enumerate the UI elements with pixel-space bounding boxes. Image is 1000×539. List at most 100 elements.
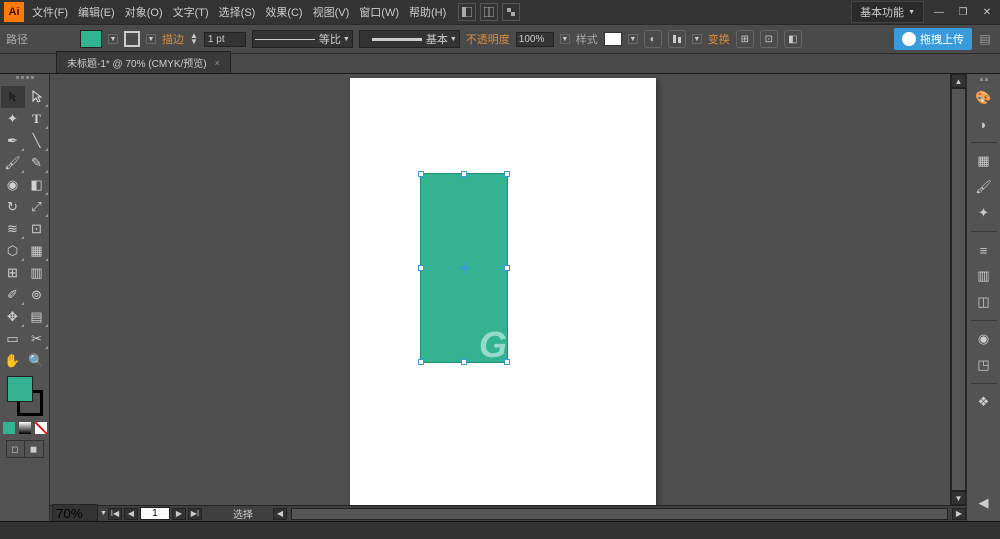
- slice-tool[interactable]: ✂: [25, 328, 49, 350]
- style-swatch[interactable]: [604, 32, 622, 46]
- isolate-icon[interactable]: ◧: [784, 30, 802, 48]
- resize-handle[interactable]: [418, 359, 424, 365]
- rotate-tool[interactable]: ↻: [1, 196, 25, 218]
- color-mode-solid[interactable]: [3, 422, 15, 434]
- minimize-button[interactable]: —: [930, 5, 948, 19]
- v-scroll-track[interactable]: [951, 88, 966, 491]
- transform-icon2[interactable]: ⊡: [760, 30, 778, 48]
- first-page-button[interactable]: I◀: [108, 508, 122, 520]
- close-tab-icon[interactable]: ×: [215, 58, 220, 68]
- color-mode-gradient[interactable]: [19, 422, 31, 434]
- menu-edit[interactable]: 编辑(E): [78, 4, 115, 20]
- scroll-right-button[interactable]: ▶: [952, 508, 966, 520]
- resize-handle[interactable]: [504, 265, 510, 271]
- zoom-dropdown-icon[interactable]: ▼: [100, 510, 107, 517]
- prev-page-button[interactable]: ◀: [124, 508, 138, 520]
- menu-type[interactable]: 文字(T): [173, 4, 209, 20]
- selection-tool[interactable]: [1, 86, 25, 108]
- resize-handle[interactable]: [504, 171, 510, 177]
- line-tool[interactable]: ╲: [25, 130, 49, 152]
- close-button[interactable]: ✕: [978, 5, 996, 19]
- transform-icon1[interactable]: ⊞: [736, 30, 754, 48]
- draw-mode-normal[interactable]: ◻: [7, 441, 25, 457]
- opacity-label[interactable]: 不透明度: [466, 31, 510, 47]
- align-dropdown-icon[interactable]: ▼: [692, 34, 702, 44]
- align-icon[interactable]: [668, 30, 686, 48]
- zoom-tool[interactable]: 🔍: [25, 350, 49, 372]
- hand-tool[interactable]: ✋: [1, 350, 25, 372]
- panel-grip[interactable]: [3, 76, 47, 84]
- menu-object[interactable]: 对象(O): [125, 4, 163, 20]
- scale-tool[interactable]: ⤢: [25, 196, 49, 218]
- symbols-panel-icon[interactable]: ✦: [971, 201, 997, 225]
- pencil-tool[interactable]: ✎: [25, 152, 49, 174]
- fill-dropdown-icon[interactable]: ▼: [108, 34, 118, 44]
- color-mode-none[interactable]: [35, 422, 47, 434]
- fill-swatch[interactable]: [80, 30, 102, 48]
- shape-builder-tool[interactable]: ⬡: [1, 240, 25, 262]
- color-panel-icon[interactable]: 🎨: [971, 86, 997, 110]
- collapse-dock-icon[interactable]: ◀: [971, 491, 997, 515]
- brush-profile-combo[interactable]: 基本▼: [359, 30, 460, 48]
- width-tool[interactable]: ≋: [1, 218, 25, 240]
- dock-grip[interactable]: [970, 78, 998, 84]
- artboard-tool[interactable]: ▭: [1, 328, 25, 350]
- transform-label[interactable]: 变换: [708, 31, 730, 47]
- gradient-panel-icon[interactable]: ▥: [971, 264, 997, 288]
- canvas[interactable]: G X I system ▼ I◀ ◀ 1 ▶ ▶I 选择: [50, 74, 966, 521]
- brush-tool[interactable]: 🖌: [1, 152, 25, 174]
- gradient-tool[interactable]: ▥: [25, 262, 49, 284]
- fill-stroke-control[interactable]: [5, 376, 45, 416]
- scroll-left-button[interactable]: ◀: [273, 508, 287, 520]
- layers-panel-icon[interactable]: ❖: [971, 390, 997, 414]
- stroke-panel-icon[interactable]: ≡: [971, 238, 997, 262]
- eraser-tool[interactable]: ◧: [25, 174, 49, 196]
- color-guide-icon[interactable]: ◗: [971, 112, 997, 136]
- document-tab[interactable]: 未标题-1* @ 70% (CMYK/预览) ×: [56, 51, 231, 73]
- menu-window[interactable]: 窗口(W): [359, 4, 399, 20]
- scroll-up-button[interactable]: ▲: [951, 74, 966, 88]
- next-page-button[interactable]: ▶: [172, 508, 186, 520]
- swatches-panel-icon[interactable]: ▦: [971, 149, 997, 173]
- appearance-panel-icon[interactable]: ◉: [971, 327, 997, 351]
- opacity-dropdown-icon[interactable]: ▼: [560, 34, 570, 44]
- menu-select[interactable]: 选择(S): [219, 4, 256, 20]
- stroke-weight-input[interactable]: [204, 32, 246, 47]
- zoom-input[interactable]: [52, 504, 98, 521]
- artboard[interactable]: G X I system: [350, 78, 656, 508]
- stroke-weight-stepper[interactable]: ▲▼: [190, 33, 198, 45]
- type-tool[interactable]: T: [25, 108, 49, 130]
- h-scroll-track[interactable]: [291, 508, 948, 520]
- opacity-input[interactable]: [516, 32, 554, 47]
- arrange-icon[interactable]: [502, 3, 520, 21]
- symbol-spray-tool[interactable]: ✥: [1, 306, 25, 328]
- layout-icon[interactable]: [458, 3, 476, 21]
- v-scroll-thumb[interactable]: [952, 89, 965, 490]
- blob-brush-tool[interactable]: ◉: [1, 174, 25, 196]
- menu-view[interactable]: 视图(V): [313, 4, 350, 20]
- h-scroll-thumb[interactable]: [292, 509, 947, 519]
- stroke-dropdown-icon[interactable]: ▼: [146, 34, 156, 44]
- resize-handle[interactable]: [461, 359, 467, 365]
- direct-selection-tool[interactable]: [25, 86, 49, 108]
- eyedropper-tool[interactable]: ✐: [1, 284, 25, 306]
- fill-color-icon[interactable]: [7, 376, 33, 402]
- workspace-switcher[interactable]: 基本功能 ▼: [851, 1, 924, 23]
- perspective-tool[interactable]: ▦: [25, 240, 49, 262]
- magic-wand-tool[interactable]: ✦: [1, 108, 25, 130]
- draw-mode-behind[interactable]: ◼: [25, 441, 43, 457]
- style-dropdown-icon[interactable]: ▼: [628, 34, 638, 44]
- resize-handle[interactable]: [504, 359, 510, 365]
- graph-tool[interactable]: ▤: [25, 306, 49, 328]
- menu-effect[interactable]: 效果(C): [265, 4, 302, 20]
- recolor-icon[interactable]: ◐: [644, 30, 662, 48]
- upload-button[interactable]: 拖拽上传: [894, 28, 972, 50]
- stroke-label[interactable]: 描边: [162, 31, 184, 47]
- graphic-styles-icon[interactable]: ◳: [971, 353, 997, 377]
- dash-profile-combo[interactable]: 等比▼: [252, 30, 353, 48]
- rectangle-shape[interactable]: G X I system: [420, 173, 508, 363]
- free-transform-tool[interactable]: ⊡: [25, 218, 49, 240]
- last-page-button[interactable]: ▶I: [188, 508, 202, 520]
- pen-tool[interactable]: ✒: [1, 130, 25, 152]
- page-number-input[interactable]: 1: [140, 507, 170, 520]
